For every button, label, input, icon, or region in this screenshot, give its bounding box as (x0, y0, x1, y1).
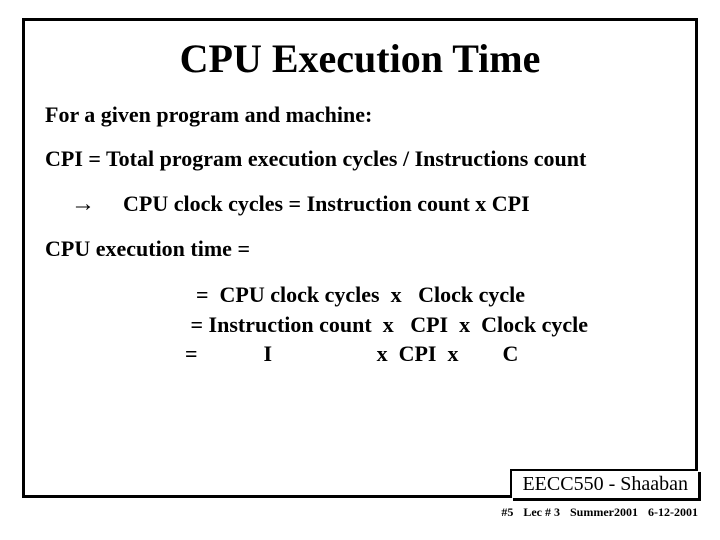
slide-title: CPU Execution Time (45, 35, 675, 82)
equation-block: = CPU clock cycles x Clock cycle = Instr… (185, 280, 675, 369)
footer: #5 Lec # 3 Summer2001 6-12-2001 (501, 505, 698, 520)
slide-frame: CPU Execution Time For a given program a… (22, 18, 698, 498)
eq-line-1: = CPU clock cycles x Clock cycle (185, 282, 525, 307)
eq-line-3: = I x CPI x C (185, 341, 518, 366)
footer-date: 6-12-2001 (648, 505, 698, 520)
subtitle: For a given program and machine: (45, 102, 675, 128)
derived-line: → CPU clock cycles = Instruction count x… (71, 190, 675, 218)
footer-lec: Lec # 3 (523, 505, 560, 520)
course-label: EECC550 - Shaaban (510, 469, 698, 498)
cpi-definition: CPI = Total program execution cycles / I… (45, 146, 675, 172)
eq-line-2: = Instruction count x CPI x Clock cycle (185, 312, 588, 337)
footer-term: Summer2001 (570, 505, 638, 520)
derived-eq: CPU clock cycles = Instruction count x C… (123, 191, 530, 217)
exec-time-lead: CPU execution time = (45, 236, 675, 262)
arrow-icon: → (71, 190, 95, 218)
footer-slide: #5 (501, 505, 513, 520)
